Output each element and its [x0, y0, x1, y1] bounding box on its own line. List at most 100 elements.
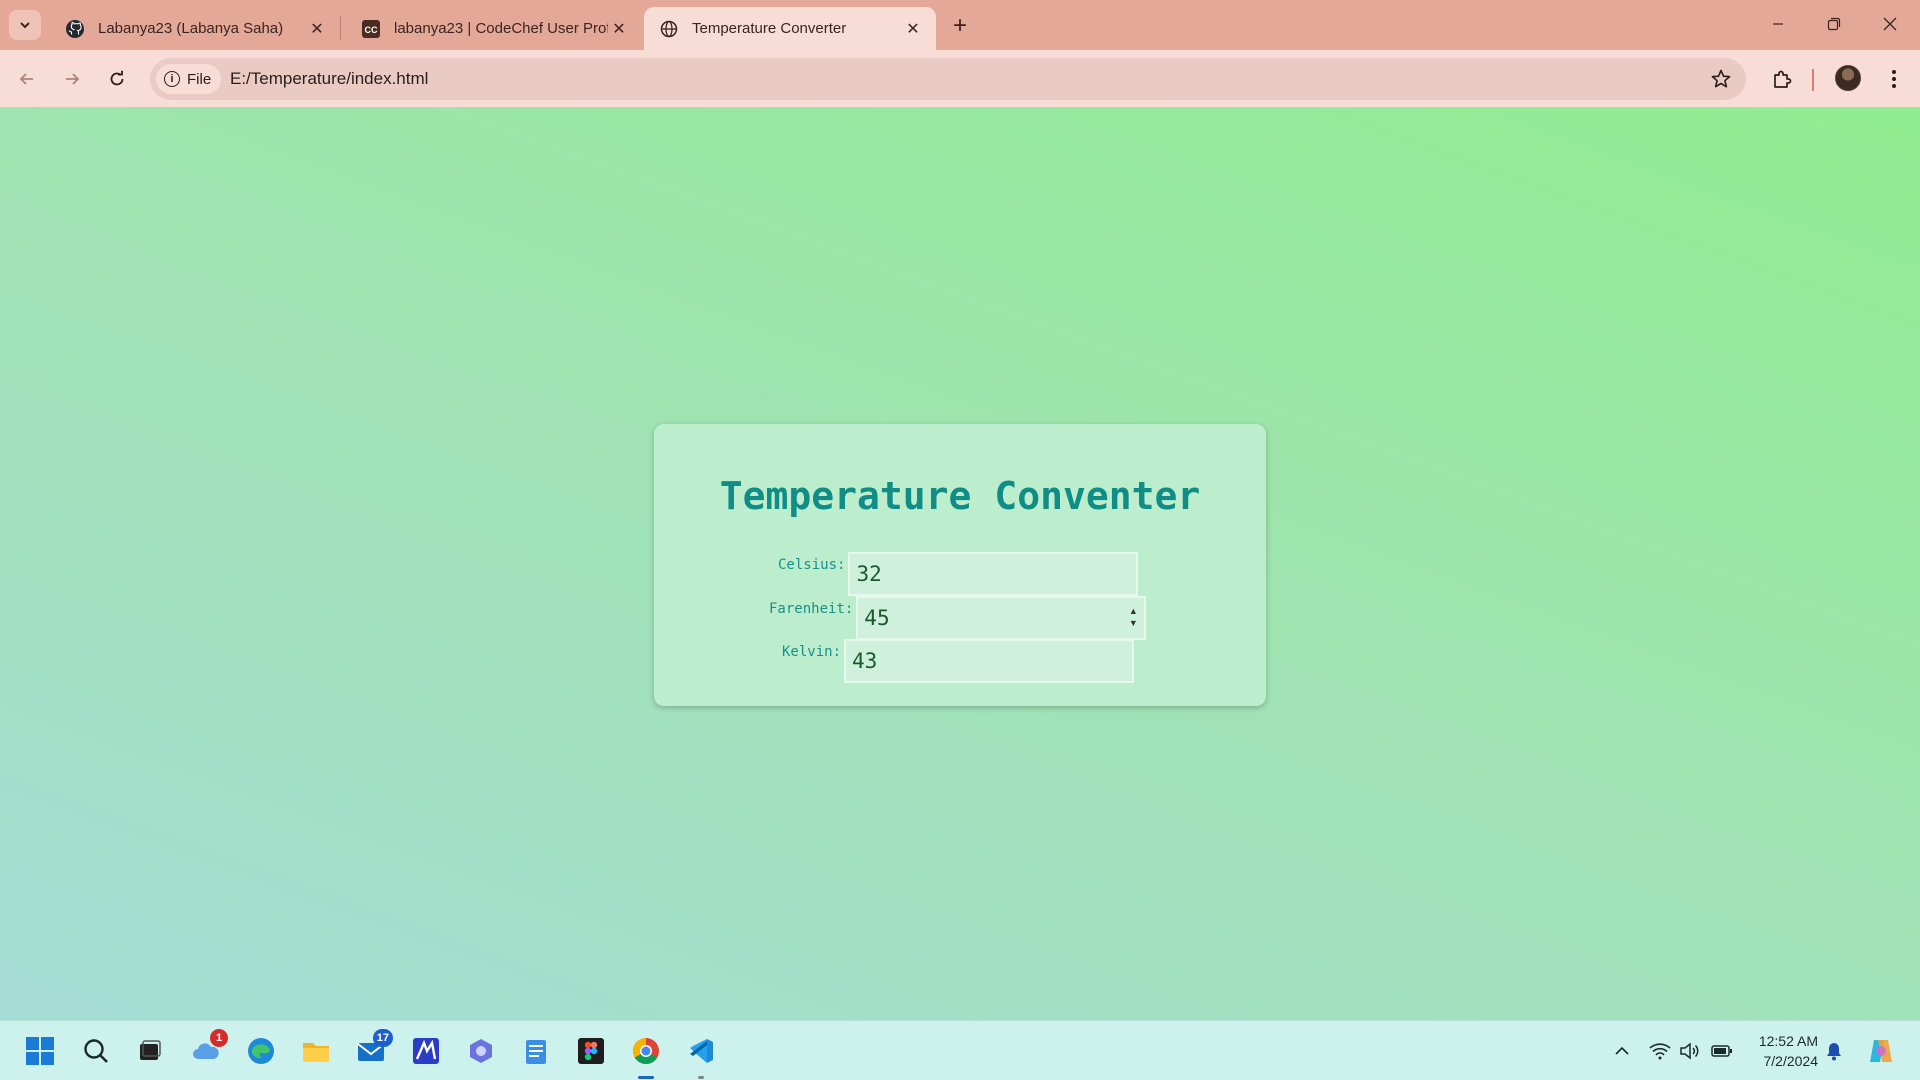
profile-avatar[interactable]: [1835, 65, 1861, 91]
close-window-button[interactable]: [1862, 0, 1918, 48]
farenheit-label: Farenheit:: [769, 601, 854, 617]
folder-icon: [303, 1043, 329, 1062]
battery-icon: [1711, 1045, 1732, 1057]
weather-badge: 1: [210, 1029, 228, 1047]
tab-github[interactable]: Labanya23 (Labanya Saha) ✕: [50, 7, 340, 50]
close-icon: [1883, 17, 1897, 31]
tab-codechef[interactable]: CC labanya23 | CodeChef User Prof ✕: [346, 7, 642, 50]
converter-card: Temperature Conventer Celsius: Farenheit…: [654, 424, 1266, 706]
notepad-button[interactable]: [516, 1031, 556, 1071]
volume-button[interactable]: [1678, 1039, 1702, 1063]
reload-button[interactable]: [100, 62, 134, 96]
mail-button[interactable]: 17: [351, 1029, 393, 1071]
close-icon[interactable]: ✕: [608, 18, 630, 40]
kelvin-label: Kelvin:: [782, 644, 842, 660]
kelvin-row: Kelvin:: [782, 639, 1135, 683]
windows-logo-icon: [26, 1037, 54, 1065]
puzzle-icon: [1774, 70, 1792, 88]
notepad-icon: [526, 1040, 546, 1064]
mail-badge: 17: [372, 1029, 393, 1047]
forward-button[interactable]: [55, 62, 89, 96]
speaker-icon: [1680, 1042, 1699, 1060]
restore-icon: [1827, 17, 1841, 31]
edge-button[interactable]: [241, 1031, 281, 1071]
celsius-row: Celsius:: [778, 552, 1139, 596]
more-vertical-icon: [1892, 70, 1896, 88]
farenheit-input[interactable]: [856, 596, 1147, 640]
celsius-label: Celsius:: [778, 557, 846, 573]
running-app-indicator: [698, 1076, 704, 1079]
spinner-down-icon[interactable]: ▼: [1129, 617, 1138, 629]
hexagon-app-icon: [470, 1039, 492, 1063]
minimize-button[interactable]: [1750, 0, 1806, 48]
codechef-icon: CC: [360, 18, 382, 40]
chevron-down-icon: [20, 22, 30, 29]
farenheit-field: ▲ ▼: [856, 596, 1147, 640]
site-info-label: File: [187, 70, 212, 88]
url-text[interactable]: E:/Temperature/index.html: [230, 58, 428, 100]
close-icon[interactable]: ✕: [902, 18, 924, 40]
bell-icon: [1827, 1043, 1841, 1061]
new-tab-button[interactable]: +: [944, 12, 976, 40]
extensions-button[interactable]: [1766, 63, 1798, 95]
spinner-up-icon[interactable]: ▲: [1129, 605, 1138, 617]
toolbar-divider: [1812, 69, 1814, 91]
m-app-icon: [413, 1038, 439, 1064]
figma-button[interactable]: [571, 1031, 611, 1071]
arrow-right-icon: [66, 73, 80, 85]
close-icon[interactable]: ✕: [306, 18, 328, 40]
show-hidden-icons-button[interactable]: [1610, 1039, 1634, 1063]
figma-icon: [578, 1038, 604, 1064]
search-button[interactable]: [76, 1031, 116, 1071]
chrome-button[interactable]: [626, 1031, 666, 1079]
back-button[interactable]: [10, 62, 44, 96]
tab-temperature-converter[interactable]: Temperature Converter ✕: [644, 7, 936, 50]
celsius-input[interactable]: [848, 552, 1139, 596]
start-button[interactable]: [20, 1031, 60, 1071]
wifi-button[interactable]: [1648, 1039, 1672, 1063]
vscode-button[interactable]: [681, 1031, 721, 1079]
weather-widget[interactable]: 1: [186, 1029, 228, 1071]
tab-github-title: Labanya23 (Labanya Saha): [98, 20, 284, 37]
plus-icon: +: [952, 12, 967, 39]
info-icon: i: [164, 71, 180, 87]
clock-date: 7/2/2024: [1763, 1053, 1819, 1069]
battery-button[interactable]: [1710, 1039, 1734, 1063]
globe-icon: [658, 18, 680, 40]
active-app-indicator: [638, 1076, 654, 1079]
tab-divider: [340, 16, 341, 40]
task-view-button[interactable]: [130, 1031, 170, 1071]
tab-codechef-title: labanya23 | CodeChef User Prof: [394, 20, 608, 37]
farenheit-row: Farenheit: ▲ ▼: [769, 596, 1147, 640]
page-viewport: Temperature Conventer Celsius: Farenheit…: [0, 108, 1920, 1020]
browser-menu-button[interactable]: [1878, 63, 1910, 95]
address-bar[interactable]: i File E:/Temperature/index.html: [150, 58, 1746, 100]
file-explorer-button[interactable]: [296, 1031, 336, 1071]
notifications-button[interactable]: [1822, 1039, 1846, 1063]
system-clock[interactable]: 12:52 AM 7/2/2024: [1748, 1031, 1818, 1071]
windows-taskbar: 1 17 12:52 AM 7/2/2024: [0, 1020, 1920, 1080]
browser-toolbar: i File E:/Temperature/index.html: [0, 50, 1920, 108]
copilot-button[interactable]: [1866, 1036, 1896, 1066]
search-icon: [84, 1039, 108, 1063]
page-title: Temperature Conventer: [719, 474, 1201, 518]
number-spinner[interactable]: ▲ ▼: [1124, 602, 1142, 632]
site-info-chip[interactable]: i File: [156, 64, 222, 94]
vscode-icon: [690, 1039, 713, 1063]
chevron-up-icon: [1615, 1046, 1629, 1055]
edge-icon: [248, 1038, 274, 1064]
minimize-icon: [1773, 23, 1783, 25]
task-view-icon: [140, 1040, 161, 1060]
svg-text:CC: CC: [365, 25, 378, 35]
kelvin-input[interactable]: [844, 639, 1135, 683]
wifi-icon: [1649, 1043, 1671, 1060]
github-icon: [64, 18, 86, 40]
copilot-app-button[interactable]: [461, 1031, 501, 1071]
app-m-button[interactable]: [406, 1031, 446, 1071]
bookmark-star-icon[interactable]: [1710, 68, 1732, 90]
copilot-icon: [1870, 1040, 1892, 1062]
tab-search-button[interactable]: [9, 10, 41, 40]
reload-icon: [110, 70, 124, 86]
restore-button[interactable]: [1806, 0, 1862, 48]
arrow-left-icon: [19, 73, 33, 85]
